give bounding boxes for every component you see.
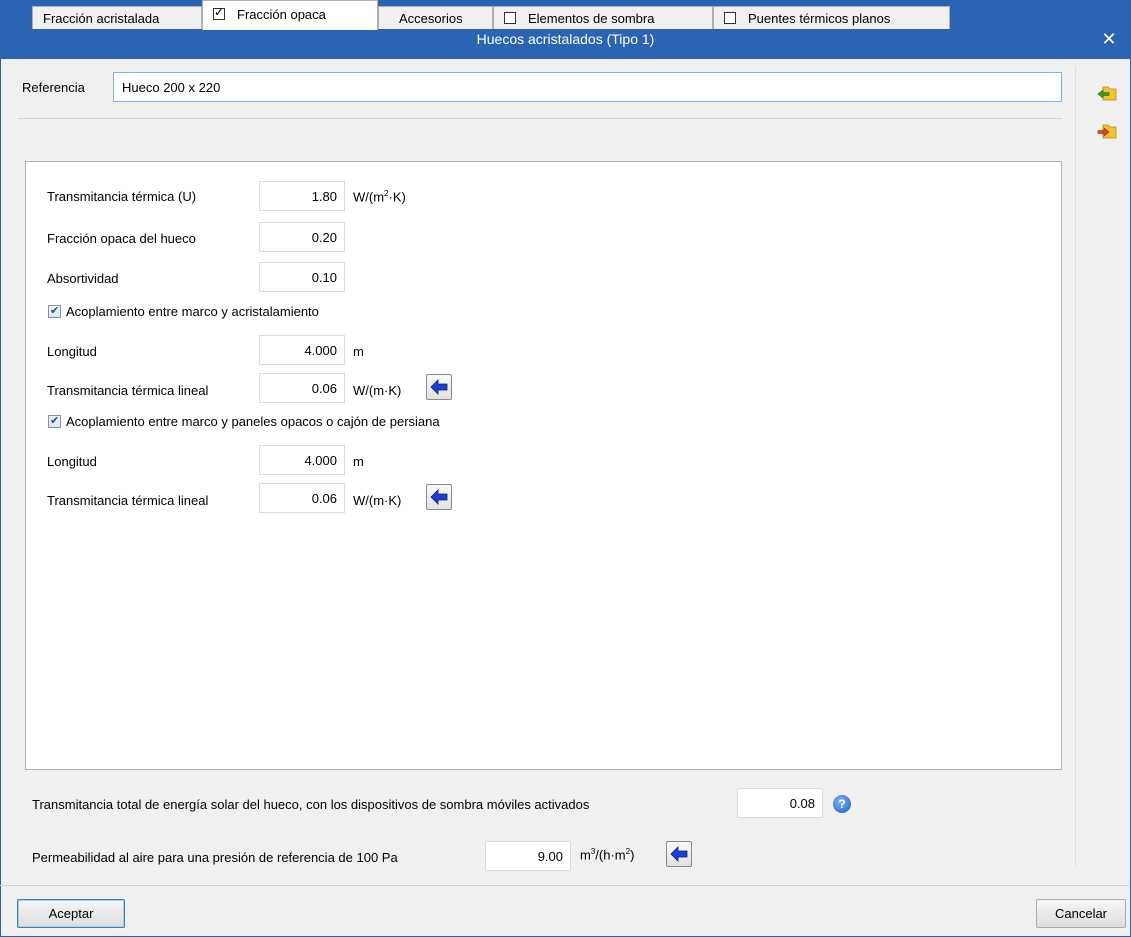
import-folder-icon[interactable] (1097, 84, 1117, 102)
tab-checkbox[interactable] (724, 12, 736, 24)
help-icon[interactable]: ? (833, 795, 851, 813)
solar-transmittance-label: Transmitancia total de energía solar del… (32, 797, 590, 812)
solar-transmittance-input[interactable]: 0.08 (737, 788, 823, 818)
tab-label: Fracción opaca (237, 7, 326, 22)
length1-unit: m (353, 344, 364, 359)
absorptivity-label: Absortividad (47, 271, 119, 286)
psi1-label: Transmitancia térmica lineal (47, 383, 209, 398)
unit-text: ) (630, 847, 635, 863)
accept-button[interactable]: Aceptar (17, 899, 125, 928)
fraction-label: Fracción opaca del hueco (47, 231, 196, 246)
coupling-glazing-checkbox[interactable]: Acoplamiento entre marco y acristalamien… (48, 304, 319, 319)
fraction-input[interactable]: 0.20 (259, 222, 345, 252)
psi1-input[interactable]: 0.06 (259, 373, 345, 403)
u-label: Transmitancia térmica (U) (47, 189, 197, 204)
blue-arrow-left-icon (430, 379, 448, 395)
psi2-label: Transmitancia térmica lineal (47, 493, 209, 508)
window-title: Huecos acristalados (Tipo 1) (476, 31, 655, 47)
tab-puentes-termicos-planos[interactable]: Puentes térmicos planos (713, 6, 950, 29)
close-icon[interactable]: ✕ (1088, 25, 1130, 53)
unit-text: m (580, 847, 591, 863)
permeability-input[interactable]: 9.00 (485, 841, 571, 871)
checkbox-label: Acoplamiento entre marco y acristalamien… (66, 304, 319, 319)
checkbox-checked[interactable] (48, 304, 61, 318)
cancel-button[interactable]: Cancelar (1036, 899, 1126, 928)
tab-label: Fracción acristalada (43, 11, 160, 26)
u-unit: W/(m2·K) (353, 189, 406, 204)
tab-checkbox[interactable] (213, 5, 225, 20)
tab-label: Puentes térmicos planos (748, 11, 891, 26)
reference-label: Referencia (22, 80, 85, 95)
length2-unit: m (353, 454, 364, 469)
permeability-unit: m3/(h·m2) (580, 847, 634, 862)
tab-elementos-de-sombra[interactable]: Elementos de sombra (493, 6, 713, 29)
length2-input[interactable]: 4.000 (259, 445, 345, 475)
checkbox-label: Acoplamiento entre marco y paneles opaco… (66, 414, 440, 429)
psi2-pick-button[interactable] (426, 484, 452, 510)
tab-panel-fraccion-opaca (25, 161, 1062, 770)
u-input[interactable]: 1.80 (259, 181, 345, 211)
footer-divider (0, 885, 1129, 886)
blue-arrow-left-icon (430, 489, 448, 505)
side-divider (1075, 66, 1076, 866)
absorptivity-input[interactable]: 0.10 (259, 262, 345, 292)
permeability-pick-button[interactable] (666, 841, 692, 867)
unit-text: /(h·m (595, 847, 626, 863)
psi1-unit: W/(m·K) (353, 383, 402, 398)
divider (18, 118, 1062, 119)
reference-input[interactable]: Hueco 200 x 220 (113, 72, 1062, 102)
length1-input[interactable]: 4.000 (259, 335, 345, 365)
checkbox-checked[interactable] (48, 414, 61, 428)
psi2-unit: W/(m·K) (353, 493, 402, 508)
length1-label: Longitud (47, 344, 97, 359)
unit-text: W/(m (353, 189, 385, 205)
coupling-panels-checkbox[interactable]: Acoplamiento entre marco y paneles opaco… (48, 414, 440, 429)
blue-arrow-left-icon (670, 846, 688, 862)
psi2-input[interactable]: 0.06 (259, 483, 345, 513)
tab-fraccion-opaca[interactable]: Fracción opaca (202, 0, 378, 30)
length2-label: Longitud (47, 454, 97, 469)
tab-fraccion-acristalada[interactable]: Fracción acristalada (32, 6, 202, 29)
permeability-label: Permeabilidad al aire para una presión d… (32, 850, 398, 865)
tab-label: Accesorios (399, 11, 463, 26)
tab-accesorios[interactable]: Accesorios (378, 6, 493, 29)
tab-label: Elementos de sombra (528, 11, 655, 26)
tab-checkbox[interactable] (504, 12, 516, 24)
export-folder-icon[interactable] (1097, 122, 1117, 140)
psi1-pick-button[interactable] (426, 374, 452, 400)
unit-text: ·K) (388, 189, 406, 205)
